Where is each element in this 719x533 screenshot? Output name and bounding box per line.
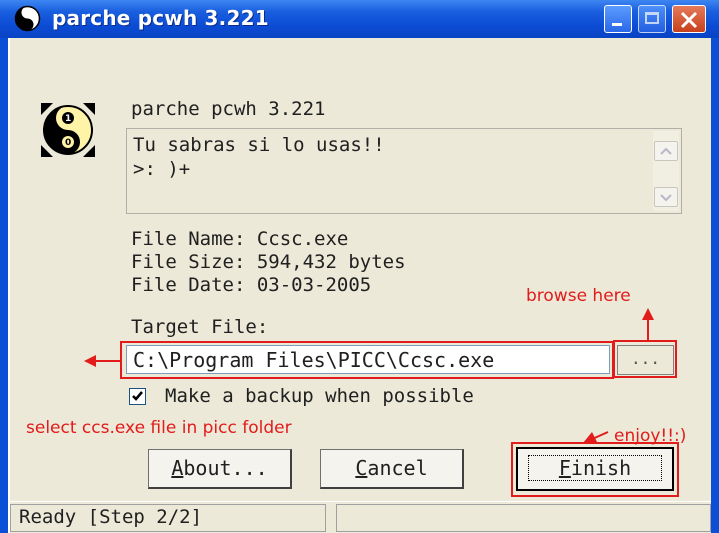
description-memo[interactable]: Tu sabras si lo usas!! >: )+: [126, 128, 682, 214]
svg-text:0: 0: [65, 138, 71, 148]
cancel-label: ancel: [367, 456, 428, 480]
maximize-button[interactable]: [638, 5, 666, 33]
backup-label[interactable]: Make a backup when possible: [165, 385, 474, 407]
about-label: bout...: [183, 456, 268, 480]
memo-line-2: >: )+: [133, 158, 191, 180]
scroll-down-button[interactable]: [654, 187, 678, 207]
patch-window: parche pcwh 3.221 1 0 parche pcwh 3.221 …: [0, 0, 719, 533]
file-size-label: File Size: 594,432 bytes: [131, 251, 406, 273]
svg-text:1: 1: [65, 114, 71, 124]
yin-yang-icon: 1 0: [41, 103, 95, 157]
window-title: parche pcwh 3.221: [52, 6, 269, 30]
annotation-browse-here: browse here: [526, 286, 631, 306]
status-text: Ready [Step 2/2]: [10, 504, 326, 532]
app-icon: [14, 5, 41, 32]
annotation-target-box: [120, 341, 614, 379]
close-button[interactable]: [672, 5, 706, 33]
cancel-button[interactable]: Cancel: [320, 449, 464, 489]
app-name-label: parche pcwh 3.221: [131, 98, 326, 120]
annotation-finish-box: [511, 442, 679, 497]
minimize-button[interactable]: [604, 5, 632, 33]
checkmark-icon: [132, 391, 143, 401]
memo-text: Tu sabras si lo usas!! >: )+: [133, 133, 385, 181]
about-button[interactable]: About...: [148, 449, 292, 489]
status-panel: [336, 504, 711, 532]
title-bar[interactable]: parche pcwh 3.221: [0, 0, 719, 38]
chevron-down-icon: [660, 194, 672, 202]
status-bar: Ready [Step 2/2]: [10, 501, 711, 533]
memo-line-1: Tu sabras si lo usas!!: [133, 134, 385, 156]
chevron-up-icon: [660, 147, 672, 155]
file-name-label: File Name: Ccsc.exe: [131, 228, 349, 250]
backup-checkbox[interactable]: [129, 388, 146, 405]
scroll-up-button[interactable]: [654, 141, 678, 161]
about-mnemonic: A: [171, 456, 184, 480]
cancel-mnemonic: C: [355, 456, 368, 480]
close-icon: [680, 11, 698, 29]
memo-scrollbar[interactable]: [653, 131, 679, 211]
file-date-label: File Date: 03-03-2005: [131, 274, 372, 296]
annotation-enjoy: enjoy!!:): [614, 426, 687, 446]
annotation-select-file: select ccs.exe file in picc folder: [26, 418, 292, 438]
annotation-browse-box: [613, 340, 677, 378]
target-file-label: Target File:: [131, 316, 269, 338]
